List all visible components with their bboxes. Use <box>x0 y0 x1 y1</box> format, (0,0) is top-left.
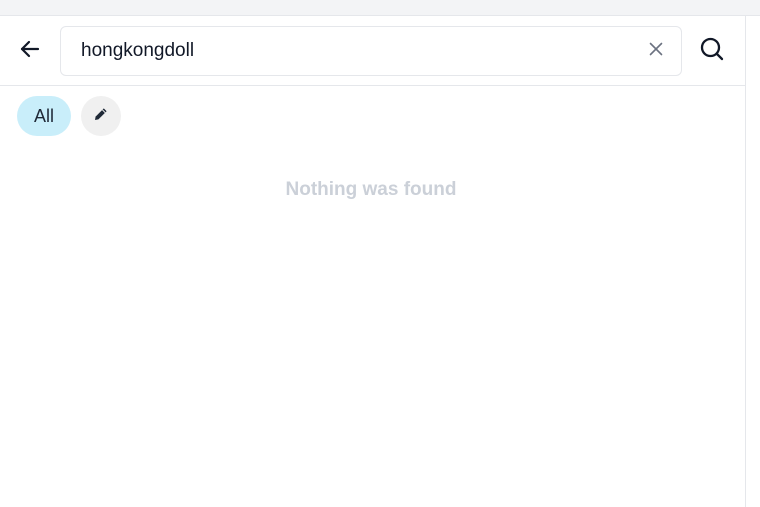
empty-results-message: Nothing was found <box>285 179 457 200</box>
filter-chip-all-label: All <box>34 105 55 126</box>
search-input[interactable] <box>81 27 641 75</box>
top-strip <box>0 0 760 16</box>
close-icon <box>648 41 664 62</box>
filter-chips: All <box>17 96 122 136</box>
pencil-icon <box>92 105 110 128</box>
back-button[interactable] <box>10 31 50 71</box>
search-header <box>0 16 746 86</box>
search-panel: All Nothing was found <box>0 16 746 507</box>
clear-search-button[interactable] <box>645 40 667 62</box>
edit-filters-button[interactable] <box>81 96 122 136</box>
filter-chip-all[interactable]: All <box>17 96 72 136</box>
search-icon <box>699 36 725 67</box>
search-button[interactable] <box>692 31 732 71</box>
arrow-left-icon <box>18 37 42 66</box>
search-box <box>60 26 682 76</box>
